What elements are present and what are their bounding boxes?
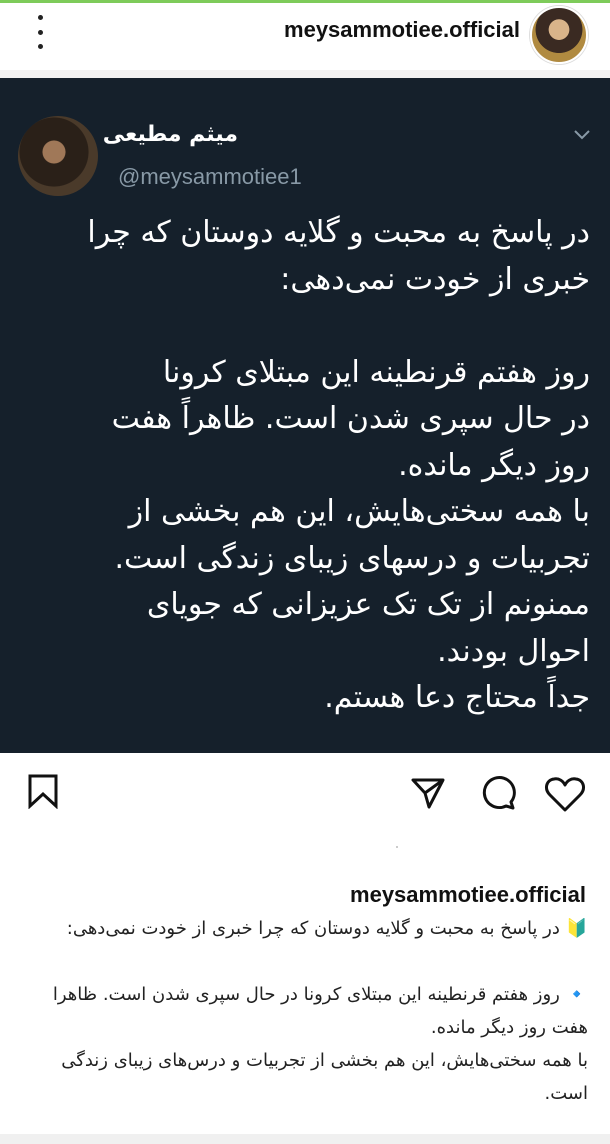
carousel-indicator: [396, 846, 398, 848]
post-header: meysammotiee.official: [0, 3, 610, 69]
header-username[interactable]: meysammotiee.official: [284, 17, 520, 43]
bottom-bar: [0, 1134, 610, 1144]
bookmark-icon[interactable]: [26, 773, 60, 809]
send-icon[interactable]: [410, 775, 446, 811]
divider: [0, 70, 610, 78]
profile-avatar[interactable]: [530, 6, 588, 64]
comment-icon[interactable]: [478, 773, 518, 813]
post-actions: [0, 753, 610, 833]
tweet-handle: @meysammotiee1: [118, 164, 302, 189]
caption-text: 🔰 در پاسخ به محبت و گلایه دوستان که چرا …: [52, 918, 588, 1104]
chevron-down-icon: [574, 130, 590, 140]
caption-username[interactable]: meysammotiee.official: [350, 882, 586, 908]
tweet-avatar: [18, 116, 98, 196]
more-vertical-icon[interactable]: [30, 15, 50, 49]
tweet-image[interactable]: میثم مطیعی @meysammotiee1 در پاسخ به محب…: [0, 78, 610, 753]
tweet-text: در پاسخ به محبت و گلایه دوستان که چرا خب…: [87, 215, 590, 715]
tweet-display-name: میثم مطیعی: [102, 122, 238, 147]
heart-icon[interactable]: [544, 775, 586, 813]
